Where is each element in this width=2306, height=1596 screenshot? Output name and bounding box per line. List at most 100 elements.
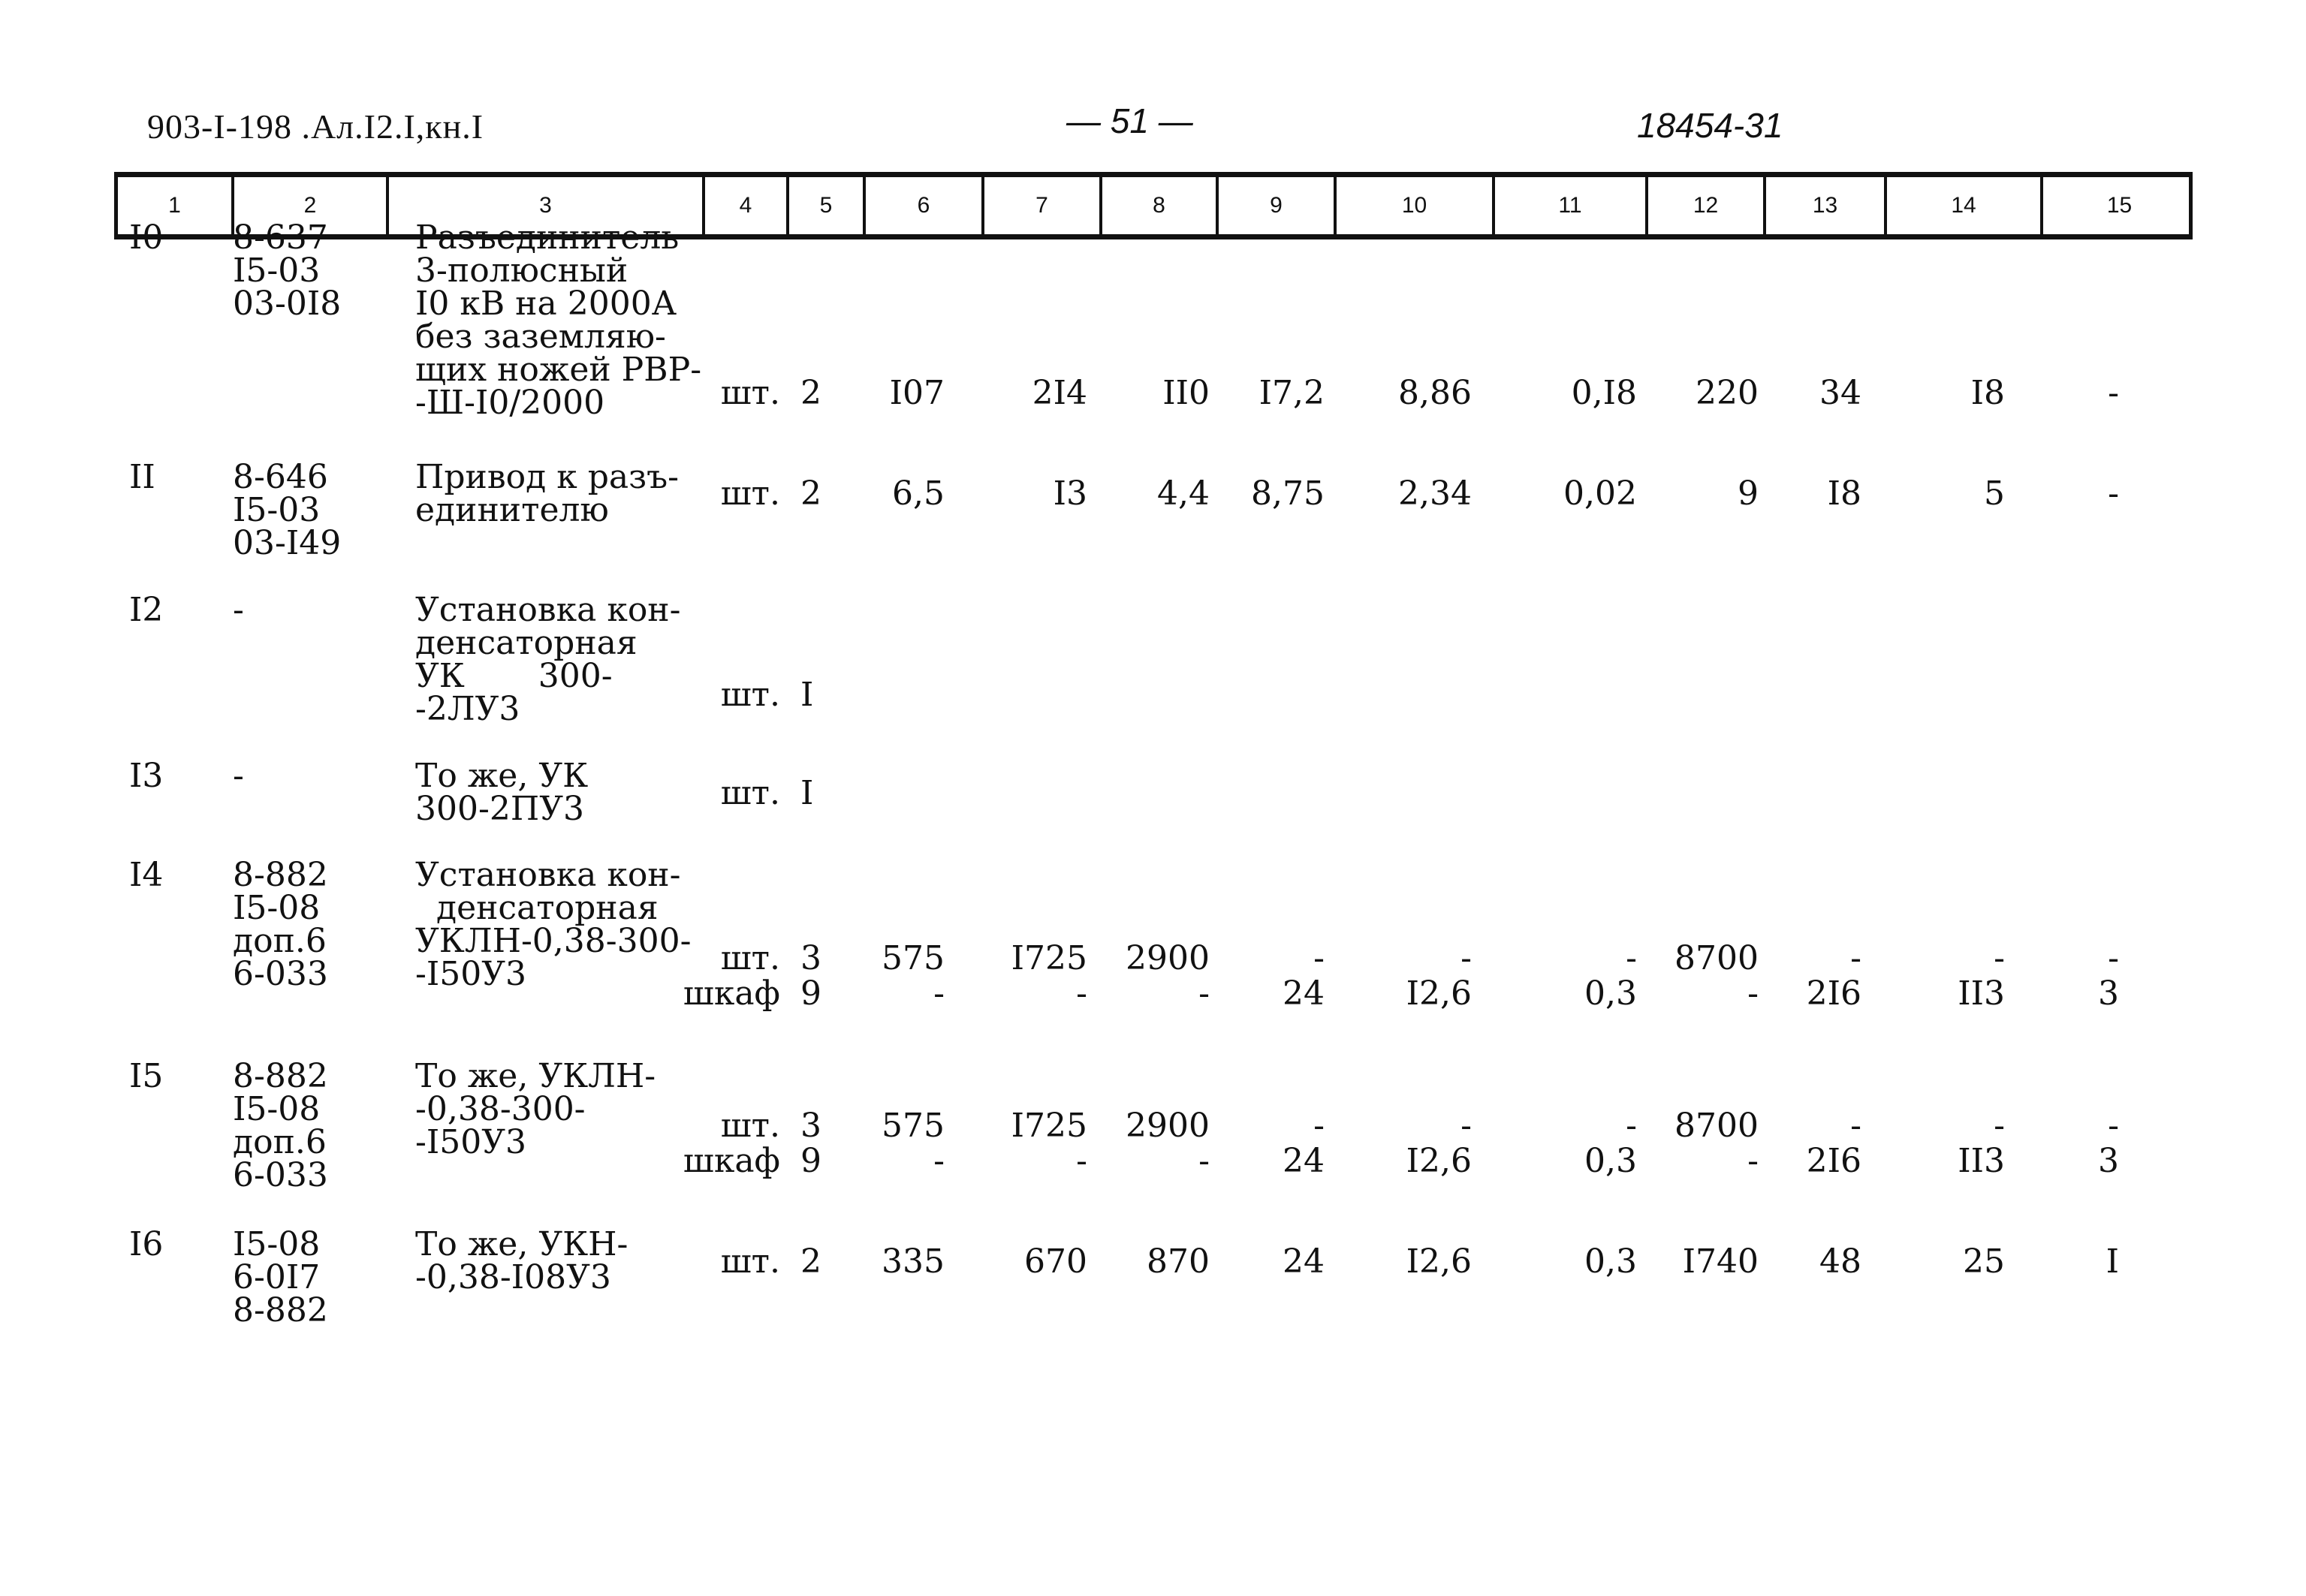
column-header-5: 5 — [789, 177, 866, 234]
value-c13: I8 — [1827, 474, 1861, 513]
column-header-8: 8 — [1102, 177, 1219, 234]
value-c9: 24 — [1283, 1142, 1325, 1180]
value-c6: - — [933, 1142, 945, 1180]
row-number: II — [129, 458, 155, 496]
value-c15: 3 — [2098, 974, 2119, 1013]
norm-code: 03-I49 — [233, 524, 342, 562]
column-header-13: 13 — [1766, 177, 1887, 234]
page-number: — 51 — — [1066, 101, 1193, 140]
value-c9: 24 — [1283, 1242, 1325, 1281]
value-c9: I7,2 — [1259, 374, 1325, 412]
value-c10: I2,6 — [1406, 1242, 1472, 1281]
column-header-4: 4 — [705, 177, 789, 234]
value-c14: I8 — [1970, 374, 2005, 412]
norm-code: 03-0I8 — [233, 285, 342, 323]
value-c15: I — [2106, 1242, 2119, 1281]
value-c11: 0,I8 — [1571, 374, 1637, 412]
item-name-line: 300-2ПУ3 — [415, 790, 585, 828]
column-header-7: 7 — [984, 177, 1102, 234]
value-c6: I07 — [889, 374, 945, 412]
row-number: I2 — [129, 591, 164, 629]
value-c6: 335 — [882, 1242, 945, 1281]
value-c15: - — [2108, 474, 2119, 513]
norm-code: 8-882 — [233, 1291, 328, 1329]
value-c11: 0,3 — [1584, 1242, 1637, 1281]
value-c9: 8,75 — [1251, 474, 1325, 513]
value-c8: 4,4 — [1157, 474, 1210, 513]
item-name-line: -I50У3 — [415, 955, 527, 993]
row-number: I3 — [129, 757, 164, 795]
value-c8: 2900 — [1126, 1107, 1210, 1145]
quantity: 9 — [800, 974, 821, 1013]
value-c8: - — [1198, 974, 1210, 1013]
value-c11: 0,3 — [1584, 974, 1637, 1013]
value-c8: 870 — [1147, 1242, 1210, 1281]
value-c6: - — [933, 974, 945, 1013]
value-c13: 2I6 — [1806, 1142, 1861, 1180]
item-name-line: единителю — [415, 491, 609, 529]
value-c12: 9 — [1738, 474, 1759, 513]
value-c7: 670 — [1024, 1242, 1087, 1281]
quantity: I — [800, 774, 814, 812]
item-name-line: -0,38-I08У3 — [415, 1258, 611, 1296]
value-c12: 8700 — [1674, 939, 1759, 977]
value-c7: - — [1076, 1142, 1087, 1180]
norm-code: - — [233, 757, 244, 795]
quantity: 9 — [800, 1142, 821, 1180]
value-c8: II0 — [1162, 374, 1210, 412]
value-c7: 2I4 — [1032, 374, 1087, 412]
value-c9: 24 — [1283, 974, 1325, 1013]
value-c14: II3 — [1958, 974, 2005, 1013]
value-c14: 5 — [1984, 474, 2005, 513]
value-c10: 8,86 — [1398, 374, 1472, 412]
row-number: I6 — [129, 1225, 164, 1263]
item-name-line: -Ш-I0/2000 — [415, 384, 605, 422]
unit: шт. — [720, 676, 780, 714]
norm-code: - — [233, 591, 244, 629]
value-c13: 34 — [1819, 374, 1861, 412]
unit: шт. — [720, 774, 780, 812]
value-c12: - — [1747, 1142, 1759, 1180]
value-c12: 220 — [1696, 374, 1759, 412]
unit: шт. — [720, 1242, 780, 1281]
column-header-11: 11 — [1495, 177, 1648, 234]
unit: шкаф — [683, 974, 780, 1013]
column-header-14: 14 — [1887, 177, 2043, 234]
value-c7: - — [1076, 974, 1087, 1013]
value-c11: 0,3 — [1584, 1142, 1637, 1180]
value-c10: I2,6 — [1406, 1142, 1472, 1180]
row-number: I0 — [129, 218, 164, 257]
row-number: I5 — [129, 1057, 164, 1095]
document-code: 903-I-198 .Ал.I2.I,кн.I — [147, 107, 484, 146]
value-c12: - — [1747, 974, 1759, 1013]
value-c10: I2,6 — [1406, 974, 1472, 1013]
value-c13: 48 — [1819, 1242, 1861, 1281]
norm-code: 6-033 — [233, 955, 328, 993]
value-c6: 6,5 — [892, 474, 945, 513]
value-c14: II3 — [1958, 1142, 2005, 1180]
quantity: 2 — [800, 374, 821, 412]
value-c14: 25 — [1963, 1242, 2005, 1281]
column-header-10: 10 — [1337, 177, 1495, 234]
row-number: I4 — [129, 856, 164, 894]
value-c8: - — [1198, 1142, 1210, 1180]
quantity: I — [800, 676, 814, 714]
value-c12: 8700 — [1674, 1107, 1759, 1145]
quantity: 2 — [800, 474, 821, 513]
value-c11: 0,02 — [1563, 474, 1637, 513]
value-c7: I3 — [1053, 474, 1087, 513]
column-header-15: 15 — [2106, 193, 2133, 218]
sheet-code: 18454-31 — [1637, 106, 1783, 145]
value-c12: I740 — [1682, 1242, 1759, 1281]
item-name-line: -2ЛУ3 — [415, 690, 520, 728]
column-header-9: 9 — [1219, 177, 1337, 234]
value-c15: - — [2108, 374, 2119, 412]
value-c8: 2900 — [1126, 939, 1210, 977]
value-c10: 2,34 — [1398, 474, 1472, 513]
item-name-line: -I50У3 — [415, 1123, 527, 1161]
unit: шкаф — [683, 1142, 780, 1180]
value-c15: 3 — [2098, 1142, 2119, 1180]
column-header-12: 12 — [1648, 177, 1766, 234]
norm-code: 6-033 — [233, 1156, 328, 1194]
value-c13: 2I6 — [1806, 974, 1861, 1013]
